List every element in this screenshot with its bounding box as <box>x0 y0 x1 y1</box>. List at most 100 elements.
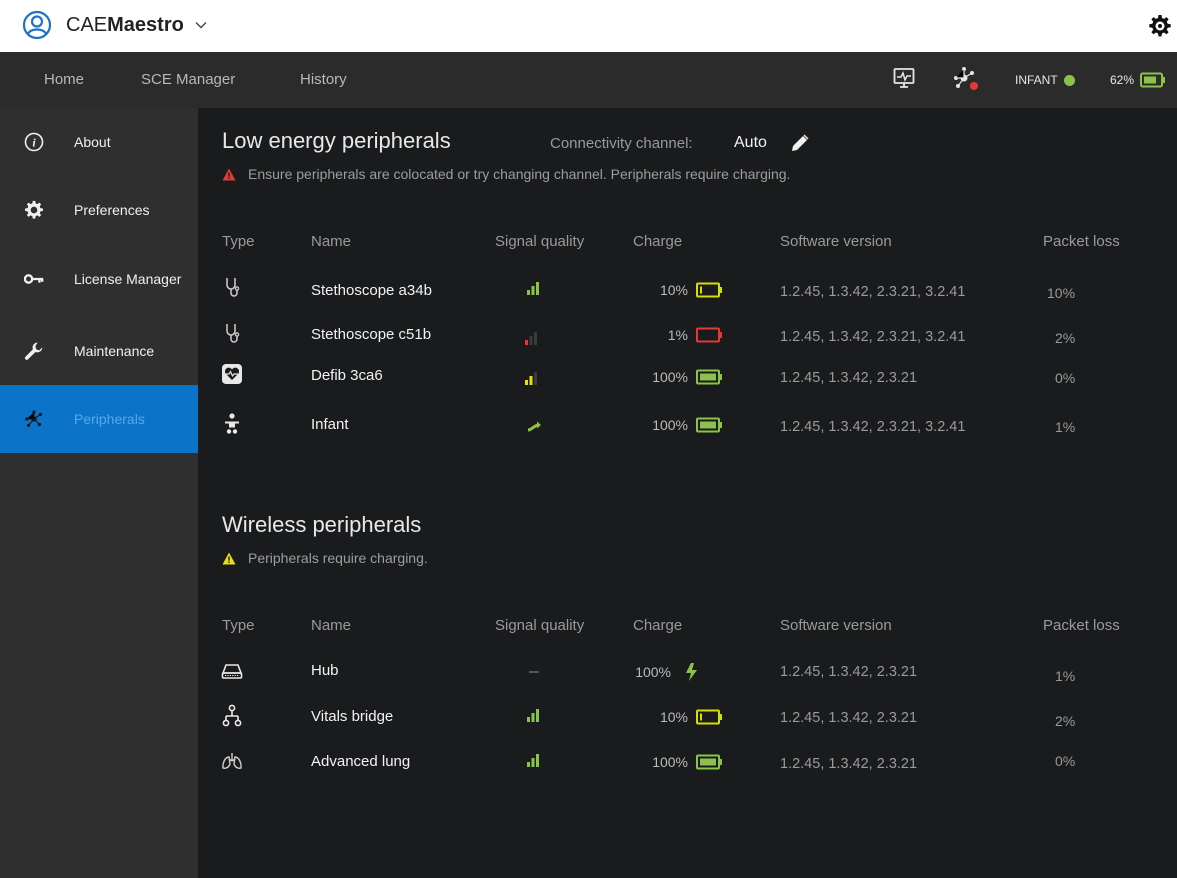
row-packet-loss: 1% <box>1055 668 1076 684</box>
col-header-software: Software version <box>780 233 892 250</box>
low-energy-title: Low energy peripherals <box>222 128 451 153</box>
battery-critical-icon <box>696 327 722 343</box>
wireless-title: Wireless peripherals <box>222 512 422 537</box>
sidebar-item-preferences[interactable]: Preferences <box>0 176 198 244</box>
charge-value: 1% <box>667 327 688 343</box>
pencil-icon[interactable] <box>790 133 810 153</box>
sidebar-item-label: Peripherals <box>74 411 145 427</box>
lung-icon <box>222 753 242 769</box>
row-name: Hub <box>311 662 339 679</box>
user-icon[interactable] <box>22 10 52 40</box>
row-packet-loss: 0% <box>1055 753 1076 769</box>
sidebar-item-label: Preferences <box>74 202 150 218</box>
stethoscope-icon <box>226 278 240 297</box>
signal-good-icon <box>527 709 539 722</box>
charging-bolt-icon <box>686 663 697 681</box>
row-packet-loss: 2% <box>1055 330 1076 346</box>
channel-value[interactable]: Auto <box>734 134 767 152</box>
row-charge: 100% <box>633 417 723 433</box>
col-header-packet-loss: Packet loss <box>1043 617 1120 634</box>
charge-value: 100% <box>652 754 688 770</box>
infant-icon <box>225 413 239 434</box>
main-panel: Low energy peripherals Connectivity chan… <box>198 108 1177 878</box>
battery-indicator: 62% <box>1110 52 1166 108</box>
sidebar-item-label: License Manager <box>74 271 182 287</box>
charge-value: 10% <box>659 282 688 298</box>
sidebar-item-peripherals[interactable]: Peripherals <box>0 385 198 453</box>
sidebar-item-maintenance[interactable]: Maintenance <box>0 317 198 385</box>
charge-value: 100% <box>652 369 688 385</box>
wired-connection-icon <box>527 421 541 432</box>
battery-full-icon <box>696 754 722 770</box>
col-header-type: Type <box>222 617 255 634</box>
svg-text:i: i <box>32 136 36 150</box>
signal-good-icon <box>527 754 539 767</box>
app-brand[interactable]: CAEMaestro <box>66 14 184 37</box>
col-header-name: Name <box>311 617 352 634</box>
signal-none-icon <box>529 671 539 673</box>
hub-icon <box>221 664 243 679</box>
title-bar: CAEMaestro <box>0 0 1177 52</box>
row-name: Vitals bridge <box>311 708 394 725</box>
col-header-signal: Signal quality <box>495 617 585 634</box>
row-name: Stethoscope c51b <box>311 326 432 343</box>
mode-indicator: INFANT <box>1015 52 1075 108</box>
row-packet-loss: 0% <box>1055 370 1076 386</box>
chevron-down-icon[interactable] <box>194 18 208 32</box>
warning-text: Peripherals require charging. <box>248 550 428 566</box>
wireless-warning: Peripherals require charging. <box>222 550 428 566</box>
charge-value: 100% <box>635 664 671 680</box>
peripherals-status-icon[interactable] <box>952 66 982 92</box>
wrench-icon <box>24 341 44 361</box>
row-packet-loss: 10% <box>1047 285 1076 301</box>
signal-poor-icon <box>525 332 537 345</box>
nav-history[interactable]: History <box>300 71 347 88</box>
row-name: Infant <box>311 416 349 433</box>
nav-bar: Home SCE Manager History INFANT 62% <box>0 52 1177 108</box>
row-charge: 100% <box>633 369 723 385</box>
col-header-name: Name <box>311 233 352 250</box>
col-header-packet-loss: Packet loss <box>1043 233 1120 250</box>
row-software: 1.2.45, 1.3.42, 2.3.21 <box>780 370 918 386</box>
signal-fair-icon <box>525 372 537 385</box>
stethoscope-icon <box>226 324 240 343</box>
nav-home[interactable]: Home <box>44 71 84 88</box>
row-charge: 1% <box>633 327 723 343</box>
row-software: 1.2.45, 1.3.42, 2.3.21, 3.2.41 <box>780 419 966 435</box>
sidebar-item-about[interactable]: i About <box>0 108 198 176</box>
sidebar-item-license-manager[interactable]: License Manager <box>0 245 198 313</box>
warning-text: Ensure peripherals are colocated or try … <box>248 166 791 182</box>
battery-low-icon <box>696 282 722 298</box>
info-icon: i <box>24 132 44 152</box>
col-header-charge: Charge <box>633 617 683 634</box>
gear-icon[interactable] <box>1148 14 1172 38</box>
low-energy-warning: Ensure peripherals are colocated or try … <box>222 166 790 182</box>
row-name: Advanced lung <box>311 753 411 770</box>
row-packet-loss: 1% <box>1055 419 1076 435</box>
sidebar-item-label: About <box>74 134 111 150</box>
battery-full-icon <box>696 369 722 385</box>
sidebar: i About Preferences License Manager Main… <box>0 108 198 878</box>
battery-percent: 62% <box>1110 73 1135 87</box>
row-software: 1.2.45, 1.3.42, 2.3.21 <box>780 756 918 772</box>
row-charge: 100% <box>616 662 706 682</box>
gear-icon <box>24 200 44 220</box>
row-charge: 100% <box>633 754 723 770</box>
row-software: 1.2.45, 1.3.42, 2.3.21, 3.2.41 <box>780 284 966 300</box>
defib-icon <box>222 364 242 384</box>
row-packet-loss: 2% <box>1055 713 1076 729</box>
monitor-icon[interactable] <box>893 67 915 89</box>
row-software: 1.2.45, 1.3.42, 2.3.21, 3.2.41 <box>780 329 966 345</box>
row-name: Stethoscope a34b <box>311 282 432 299</box>
mode-status-dot <box>1063 74 1075 86</box>
row-name: Defib 3ca6 <box>311 367 383 384</box>
battery-icon <box>1140 72 1166 88</box>
row-charge: 10% <box>633 282 723 298</box>
col-header-software: Software version <box>780 617 892 634</box>
warning-icon <box>222 552 236 564</box>
nav-sce-manager[interactable]: SCE Manager <box>141 71 235 88</box>
row-charge: 10% <box>633 709 723 725</box>
brand-name: Maestro <box>107 14 184 36</box>
battery-full-icon <box>696 417 722 433</box>
row-software: 1.2.45, 1.3.42, 2.3.21 <box>780 710 918 726</box>
